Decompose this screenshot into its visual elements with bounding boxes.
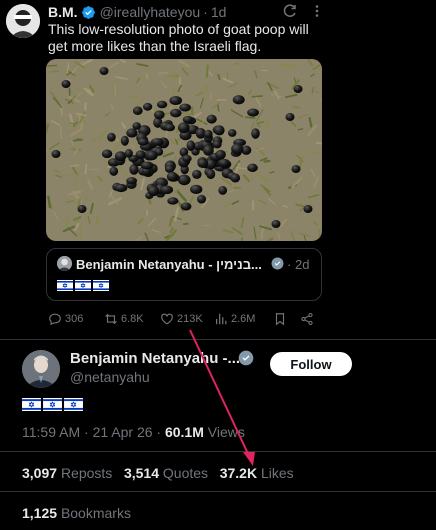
tweet-timestamp-line: 11:59 AM · 21 Apr 26 · 60.1M Views — [22, 424, 245, 440]
bookmarks-stat[interactable]: 1,125 Bookmarks — [22, 505, 131, 521]
quotes-label: Quotes — [162, 465, 209, 481]
separator-dot: · — [84, 424, 89, 440]
israel-flag-icon — [22, 398, 41, 416]
reply-button[interactable]: 306 — [48, 312, 83, 326]
views-count: 60.1M — [164, 424, 204, 440]
reposts-label: Reposts — [60, 465, 113, 481]
bookmarks-label: Bookmarks — [60, 505, 131, 521]
reply-count: 306 — [65, 313, 84, 325]
grok-refresh-icon[interactable] — [282, 3, 298, 19]
views-chart-icon — [216, 313, 227, 325]
separator-dot: · — [156, 424, 162, 440]
main-author-name[interactable]: Benjamin Netanyahu -... — [70, 350, 240, 367]
likes-count: 37.2K — [219, 465, 258, 481]
tweet-photo[interactable] — [46, 59, 322, 241]
repost-icon — [105, 313, 117, 325]
reposts-count: 3,097 — [22, 465, 58, 481]
quoted-tweet-card[interactable]: Benjamin Netanyahu - בנימין... · 2d — [46, 248, 322, 301]
separator-dot: · — [203, 4, 208, 20]
verified-badge-icon — [81, 5, 96, 20]
repost-count: 6.8K — [121, 313, 144, 325]
views-button[interactable]: 2.6M — [214, 312, 255, 326]
share-icon — [301, 312, 313, 326]
heart-icon — [161, 313, 173, 325]
repost-button[interactable]: 6.8K — [104, 312, 144, 326]
quotes-stat[interactable]: 3,514 Quotes — [124, 465, 208, 481]
quoted-tweet-time: · 2d — [287, 257, 309, 272]
views-count: 2.6M — [231, 313, 256, 325]
stats-divider — [0, 451, 436, 452]
main-verified-badge-icon — [238, 350, 254, 366]
main-author-handle[interactable]: @netanyahu — [70, 369, 150, 385]
like-count: 213K — [177, 313, 203, 325]
israel-flag-icon — [43, 398, 62, 416]
quoted-time-value: 2d — [294, 257, 310, 272]
follow-button[interactable]: Follow — [270, 352, 352, 376]
reply-icon — [49, 313, 61, 326]
like-button[interactable]: 213K — [160, 312, 203, 326]
likes-label: Likes — [260, 465, 294, 481]
separator-dot: · — [287, 257, 292, 272]
tweet-date[interactable]: 21 Apr 26 — [93, 424, 153, 440]
views-label: Views — [207, 424, 245, 440]
stats-divider-2 — [0, 491, 436, 492]
author-handle[interactable]: @ireallyhateyou — [100, 4, 201, 20]
tweet-actions: 306 6.8K 213K 2.6M — [46, 312, 322, 330]
tweet-text: This low-resolution photo of goat poop w… — [48, 21, 309, 54]
israel-flag-icon — [75, 280, 91, 294]
quoted-flag-emojis — [57, 280, 109, 294]
share-button[interactable] — [300, 312, 314, 326]
quotes-count: 3,514 — [123, 465, 160, 481]
israel-flag-icon — [64, 398, 83, 416]
israel-flag-icon — [93, 280, 109, 294]
author-avatar[interactable] — [6, 4, 40, 38]
quoted-author-name: Benjamin Netanyahu - בנימין... — [76, 257, 262, 272]
author-name[interactable]: B.M. — [48, 4, 78, 20]
likes-stat[interactable]: 37.2K Likes — [220, 465, 294, 481]
main-author-avatar[interactable] — [22, 350, 60, 388]
bookmarks-count: 1,125 — [22, 505, 58, 521]
more-options-icon[interactable] — [310, 4, 324, 18]
tweet-divider — [0, 339, 436, 340]
engagement-stats: 3,097 Reposts 3,514 Quotes 37.2K Likes — [22, 465, 294, 481]
reposts-stat[interactable]: 3,097 Reposts — [22, 465, 112, 481]
bookmark-icon — [275, 313, 285, 326]
tweet-time[interactable]: 11:59 AM — [22, 424, 80, 440]
quoted-author-avatar — [57, 256, 72, 271]
tweet-time[interactable]: 1d — [211, 4, 227, 20]
quoted-verified-badge-icon — [271, 257, 284, 270]
tweet-header: B.M. @ireallyhateyou · 1d — [48, 4, 226, 20]
bookmark-button[interactable] — [273, 312, 287, 326]
main-tweet-flag-emojis — [22, 398, 83, 416]
israel-flag-icon — [57, 280, 73, 294]
